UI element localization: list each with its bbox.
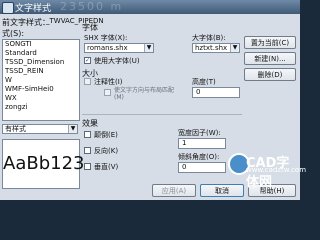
chevron-down-icon[interactable]: ▼ bbox=[230, 44, 239, 52]
app-icon bbox=[2, 2, 14, 14]
set-current-button[interactable]: 置为当前(C) bbox=[244, 36, 296, 49]
use-bigfont-checkbox[interactable]: ✓ bbox=[84, 57, 91, 64]
height-input[interactable]: 0 bbox=[192, 87, 240, 98]
cancel-button[interactable]: 取消 bbox=[200, 184, 244, 197]
bigfont-label: 大字体(B): bbox=[192, 34, 226, 42]
chevron-down-icon[interactable]: ▼ bbox=[144, 44, 153, 52]
list-item[interactable]: W bbox=[3, 76, 79, 85]
vertical-checkbox[interactable] bbox=[84, 163, 91, 170]
style-filter-select[interactable]: 有样式 ▼ bbox=[2, 124, 78, 134]
upside-down-label: 颠倒(E) bbox=[94, 131, 118, 139]
styles-list[interactable]: SONGTI Standard TSSD_Dimension TSSD_REIN… bbox=[2, 39, 80, 121]
use-bigfont-label: 使用大字体(U) bbox=[94, 57, 140, 65]
list-item[interactable]: TSSD_Dimension bbox=[3, 58, 79, 67]
shx-font-label: SHX 字体(X): bbox=[84, 34, 128, 42]
backwards-checkbox[interactable] bbox=[84, 147, 91, 154]
divider bbox=[82, 114, 242, 115]
list-item[interactable]: WMF-SimHei0 bbox=[3, 85, 79, 94]
preview-text: AaBb123 bbox=[3, 153, 85, 174]
apply-button[interactable]: 应用(A) bbox=[152, 184, 196, 197]
bigfont-select[interactable]: hztxt.shx ▼ bbox=[192, 43, 240, 53]
effects-section-label: 效果 bbox=[82, 119, 98, 128]
shx-font-select[interactable]: romans.shx ▼ bbox=[84, 43, 154, 53]
annotative-checkbox[interactable] bbox=[84, 78, 91, 85]
background-drawing-text: 23500 m bbox=[60, 0, 124, 13]
watermark-url: www.cadztw.com bbox=[246, 166, 307, 174]
font-section-label: 字体 bbox=[82, 23, 98, 32]
match-orientation-label: 使文字方向与布局匹配(M) bbox=[114, 87, 175, 101]
list-item[interactable]: TSSD_REIN bbox=[3, 67, 79, 76]
width-factor-input[interactable]: 1 bbox=[178, 138, 226, 149]
vertical-label: 垂直(V) bbox=[94, 163, 119, 171]
list-item[interactable]: Standard bbox=[3, 49, 79, 58]
oblique-angle-label: 倾斜角度(O): bbox=[178, 153, 220, 161]
styles-label: 式(S): bbox=[2, 29, 25, 38]
width-factor-label: 宽度因子(W): bbox=[178, 129, 221, 137]
new-style-button[interactable]: 新建(N)... bbox=[244, 52, 296, 65]
shx-font-value: romans.shx bbox=[87, 44, 128, 52]
bigfont-value: hztxt.shx bbox=[195, 44, 228, 52]
oblique-angle-input[interactable]: 0 bbox=[178, 162, 226, 173]
list-item[interactable]: SONGTI bbox=[3, 40, 79, 49]
backwards-label: 反向(K) bbox=[94, 147, 119, 155]
style-preview: AaBb123 bbox=[2, 139, 84, 189]
current-style-label: 前文字样式： bbox=[2, 18, 50, 27]
list-item[interactable]: zongzi bbox=[3, 103, 79, 112]
list-item[interactable]: WX bbox=[3, 94, 79, 103]
window-title: 文字样式 bbox=[15, 4, 52, 14]
height-label: 高度(T) bbox=[192, 78, 216, 86]
chevron-down-icon[interactable]: ▼ bbox=[68, 125, 77, 133]
style-filter-value: 有样式 bbox=[5, 125, 26, 133]
title-bar[interactable]: 文字样式 23500 m bbox=[0, 0, 300, 14]
annotative-label: 注释性(I) bbox=[94, 78, 123, 86]
delete-style-button[interactable]: 删除(D) bbox=[244, 68, 296, 81]
upside-down-checkbox[interactable] bbox=[84, 131, 91, 138]
match-orientation-checkbox[interactable] bbox=[104, 89, 111, 96]
